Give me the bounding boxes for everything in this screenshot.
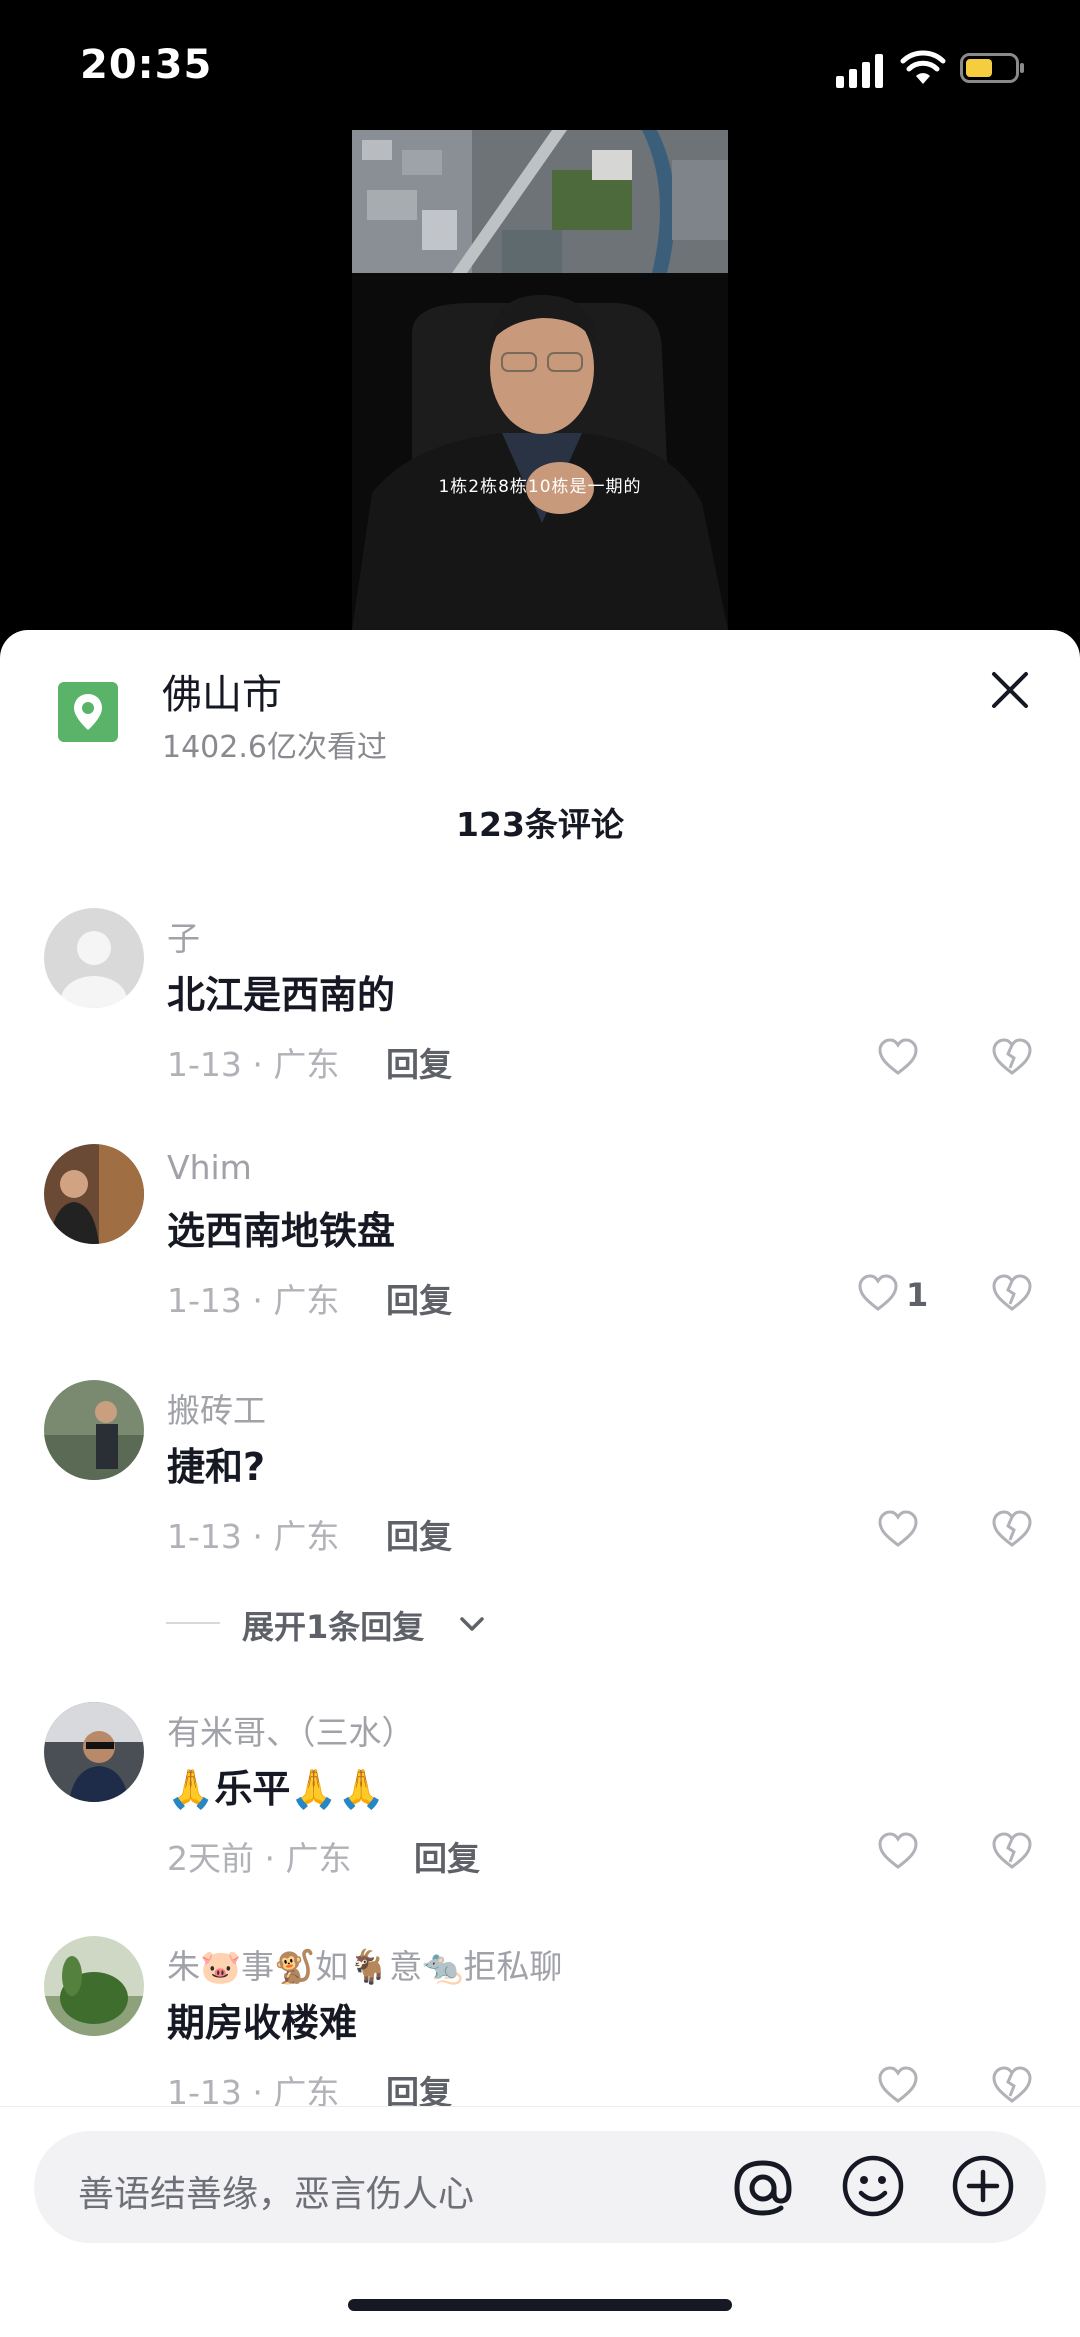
comment-item: Vhim 选西南地铁盘 1-13 · 广东 回复 1	[0, 1144, 1080, 1374]
heart-icon[interactable]	[856, 1272, 900, 1316]
comment-text: 选西南地铁盘	[167, 1209, 396, 1253]
status-bar: 20:35	[0, 0, 1080, 130]
heart-icon[interactable]	[876, 1036, 920, 1080]
comment-text: 北江是西南的	[167, 973, 396, 1017]
broken-heart-icon[interactable]	[990, 2064, 1034, 2108]
status-time: 20:35	[80, 42, 213, 88]
like-count: 1	[906, 1276, 929, 1314]
cellular-signal-icon	[836, 54, 883, 88]
video-player[interactable]: 1栋2栋8栋10栋是一期的	[0, 130, 1080, 630]
comment-item: 有米哥、（三水） 🙏乐平🙏🙏 2天前 · 广东 回复	[0, 1702, 1080, 1932]
comment-input[interactable]: 善语结善缘，恶言伤人心	[34, 2131, 1046, 2243]
avatar[interactable]	[44, 1380, 144, 1480]
comment-meta: 2天前 · 广东	[167, 1839, 352, 1878]
location-pin-icon[interactable]	[58, 682, 118, 742]
heart-icon[interactable]	[876, 1508, 920, 1552]
location-name[interactable]: 佛山市	[162, 662, 282, 720]
battery-icon	[960, 53, 1024, 83]
comment-username[interactable]: 有米哥、（三水）	[167, 1706, 415, 1754]
reply-button[interactable]: 回复	[414, 1832, 480, 1880]
aerial-city-image	[352, 130, 728, 273]
speaker-image	[352, 273, 728, 630]
avatar[interactable]	[44, 1702, 144, 1802]
comment-meta: 1-13 · 广东	[167, 1045, 340, 1084]
video-subtitle: 1栋2栋8栋10栋是一期的	[438, 477, 642, 497]
comment-text: 期房收楼难	[167, 2001, 358, 2045]
comment-text: 捷和?	[167, 1445, 266, 1489]
add-icon[interactable]	[950, 2153, 1016, 2219]
close-icon[interactable]	[990, 670, 1030, 710]
home-indicator[interactable]	[348, 2299, 732, 2311]
comment-username[interactable]: Vhim	[167, 1148, 252, 1187]
avatar[interactable]	[44, 908, 144, 1008]
reply-button[interactable]: 回复	[386, 1038, 452, 1086]
comment-username[interactable]: 搬砖工	[167, 1384, 266, 1432]
comment-text: 🙏乐平🙏🙏	[167, 1767, 385, 1811]
expand-replies-button[interactable]: 展开1条回复	[166, 1598, 766, 1648]
reply-button[interactable]: 回复	[386, 1510, 452, 1558]
heart-icon[interactable]	[876, 1830, 920, 1874]
comment-input-placeholder: 善语结善缘，恶言伤人心	[78, 2174, 475, 2215]
mention-icon[interactable]	[728, 2153, 798, 2223]
reply-button[interactable]: 回复	[386, 1274, 452, 1322]
emoji-icon[interactable]	[840, 2153, 906, 2219]
comments-sheet: 佛山市 1402.6亿次看过 123条评论 子 北江是西南的 1-13 · 广东…	[0, 630, 1080, 2337]
comment-item: 子 北江是西南的 1-13 · 广东 回复	[0, 908, 1080, 1138]
comment-input-bar: 善语结善缘，恶言伤人心	[0, 2106, 1080, 2337]
comment-count: 123条评论	[456, 805, 624, 844]
comment-username[interactable]: 朱🐷事🐒如🐐意🐀拒私聊	[167, 1940, 562, 1988]
comment-meta: 1-13 · 广东	[167, 1281, 340, 1320]
avatar[interactable]	[44, 1936, 144, 2036]
avatar[interactable]	[44, 1144, 144, 1244]
comment-meta: 1-13 · 广东	[167, 1517, 340, 1556]
wifi-icon	[900, 50, 946, 84]
expand-replies-label: 展开1条回复	[242, 1608, 425, 1646]
comment-username[interactable]: 子	[167, 912, 200, 960]
chevron-down-icon	[460, 1617, 484, 1631]
divider-line	[166, 1622, 220, 1624]
broken-heart-icon[interactable]	[990, 1036, 1034, 1080]
comment-item: 搬砖工 捷和? 1-13 · 广东 回复	[0, 1380, 1080, 1610]
broken-heart-icon[interactable]	[990, 1830, 1034, 1874]
broken-heart-icon[interactable]	[990, 1508, 1034, 1552]
heart-icon[interactable]	[876, 2064, 920, 2108]
location-views: 1402.6亿次看过	[162, 730, 387, 765]
broken-heart-icon[interactable]	[990, 1272, 1034, 1316]
